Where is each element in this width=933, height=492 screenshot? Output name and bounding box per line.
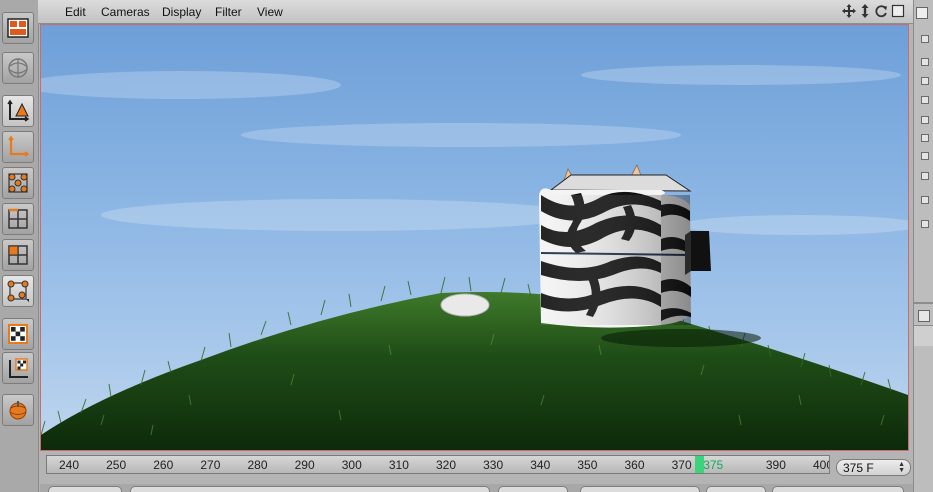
panel-scroll-button[interactable] bbox=[918, 310, 930, 322]
keyframe-controls[interactable] bbox=[772, 486, 904, 492]
uv-polygons-mode-button[interactable] bbox=[2, 275, 34, 307]
panel-divider bbox=[914, 302, 933, 304]
menu-filter[interactable]: Filter bbox=[215, 5, 242, 19]
rotate-view-icon[interactable] bbox=[874, 4, 888, 18]
frame-range-strip bbox=[40, 484, 913, 492]
timeline-tick-label: 360 bbox=[624, 458, 645, 472]
texture-mode-button[interactable] bbox=[2, 318, 34, 350]
model-mode-button[interactable] bbox=[2, 52, 34, 84]
end-frame-field[interactable] bbox=[498, 486, 568, 492]
frame-stepper-icon[interactable]: ▲ ▼ bbox=[898, 461, 905, 474]
texture-axis-mode-icon bbox=[9, 358, 28, 378]
panel-expand-icon[interactable] bbox=[921, 77, 929, 85]
axis-mode-icon bbox=[8, 135, 30, 157]
timeline-tick-label: 260 bbox=[153, 458, 174, 472]
polygons-mode-icon bbox=[8, 245, 28, 265]
zebra-box-character bbox=[539, 164, 711, 328]
3d-viewport[interactable] bbox=[40, 24, 909, 451]
frame-range-slider[interactable] bbox=[130, 486, 490, 492]
current-frame-field[interactable]: 375 F ▲ ▼ bbox=[836, 459, 911, 476]
edges-mode-button[interactable] bbox=[2, 203, 34, 235]
timeline-tick-label: 340 bbox=[530, 458, 551, 472]
model-mode-icon bbox=[8, 58, 28, 78]
panel-expand-icon[interactable] bbox=[921, 172, 929, 180]
sculpt-mode-icon bbox=[9, 401, 27, 420]
grass-hill bbox=[41, 291, 908, 450]
timeline-tick-label: 400 bbox=[812, 458, 829, 472]
white-rock bbox=[440, 293, 490, 317]
timeline-ruler[interactable]: 240 250 260 270 280 290 300 310 320 330 340 350 360 3… bbox=[46, 455, 830, 474]
move-view-icon[interactable] bbox=[842, 4, 856, 18]
texture-mode-icon bbox=[8, 324, 28, 344]
polygons-mode-button[interactable] bbox=[2, 239, 34, 271]
panel-scrollbar[interactable] bbox=[914, 325, 933, 346]
panel-expand-icon[interactable] bbox=[921, 220, 929, 228]
edges-mode-icon bbox=[8, 208, 28, 229]
timeline-tick-label: 240 bbox=[58, 458, 80, 472]
timeline-tick-label: 320 bbox=[435, 458, 457, 472]
timeline-tick-label: 250 bbox=[106, 458, 127, 472]
box-shadow bbox=[601, 329, 761, 347]
timeline-tick-label: 300 bbox=[341, 458, 362, 472]
timeline-tick-label: 310 bbox=[388, 458, 409, 472]
toggle-view-icon[interactable] bbox=[891, 4, 905, 18]
right-panel-edge bbox=[913, 0, 933, 492]
object-axis-mode-icon bbox=[7, 99, 30, 122]
menu-view[interactable]: View bbox=[257, 5, 283, 19]
sculpt-mode-button[interactable] bbox=[2, 394, 34, 426]
panel-expand-icon[interactable] bbox=[921, 58, 929, 66]
panel-expand-icon[interactable] bbox=[921, 196, 929, 204]
current-frame-value: 375 F bbox=[843, 461, 874, 475]
viewport-menubar: Edit Cameras Display Filter View bbox=[38, 0, 913, 24]
sky-clouds bbox=[41, 65, 908, 235]
timeline-tick-label: 330 bbox=[483, 458, 504, 472]
timeline-tick-label: 350 bbox=[577, 458, 598, 472]
panel-expand-icon[interactable] bbox=[921, 152, 929, 160]
menu-cameras[interactable]: Cameras bbox=[101, 5, 150, 19]
timeline-tick-label: 370 bbox=[671, 458, 692, 472]
menu-edit[interactable]: Edit bbox=[65, 5, 86, 19]
panel-expand-icon[interactable] bbox=[921, 96, 929, 104]
points-mode-icon bbox=[8, 173, 28, 193]
panel-toggle-icon[interactable] bbox=[916, 7, 928, 19]
texture-axis-mode-button[interactable] bbox=[2, 352, 34, 384]
timeline-tick-label: 290 bbox=[294, 458, 315, 472]
object-axis-mode-button[interactable] bbox=[2, 95, 34, 127]
timeline-current-frame-label: 375 bbox=[703, 458, 724, 472]
timeline-tick-label: 270 bbox=[200, 458, 221, 472]
uv-polygons-mode-icon bbox=[7, 280, 29, 302]
record-controls[interactable] bbox=[706, 486, 766, 492]
zoom-view-icon[interactable] bbox=[858, 4, 872, 18]
timeline-tick-label: 390 bbox=[765, 458, 786, 472]
viewport-render bbox=[41, 65, 908, 450]
viewport-layout-button[interactable] bbox=[2, 12, 34, 44]
playback-controls[interactable] bbox=[580, 486, 700, 492]
viewport-layout-icon bbox=[7, 18, 29, 38]
left-toolbar bbox=[0, 0, 39, 492]
points-mode-button[interactable] bbox=[2, 167, 34, 199]
start-frame-field[interactable] bbox=[48, 486, 122, 492]
timeline-tick-label: 280 bbox=[247, 458, 268, 472]
panel-expand-icon[interactable] bbox=[921, 116, 929, 124]
panel-expand-icon[interactable] bbox=[921, 134, 929, 142]
menu-display[interactable]: Display bbox=[162, 5, 201, 19]
panel-expand-icon[interactable] bbox=[921, 35, 929, 43]
axis-mode-button[interactable] bbox=[2, 131, 34, 163]
